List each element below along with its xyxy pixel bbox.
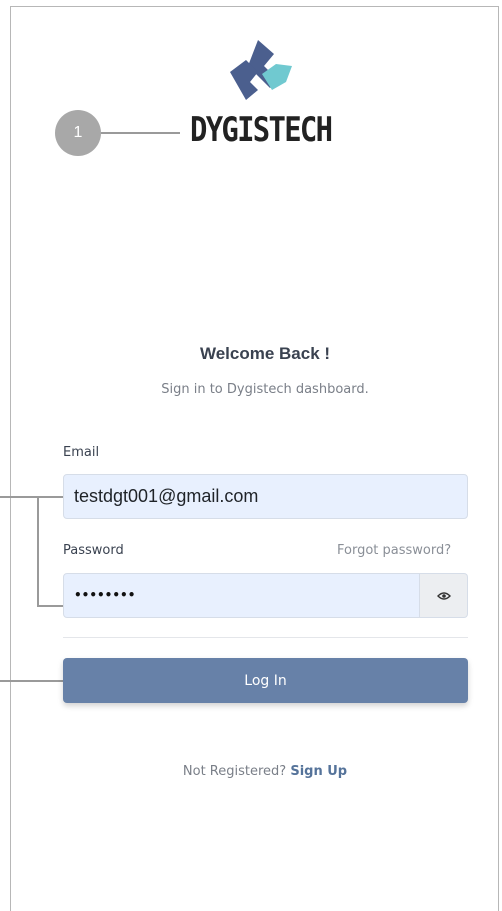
signup-prompt-text: Not Registered? xyxy=(182,764,291,779)
callout-badge: 1 xyxy=(55,110,101,156)
dygistech-logo-icon xyxy=(228,36,300,104)
signup-link[interactable]: Sign Up xyxy=(290,764,347,779)
email-field[interactable]: testdgt001@gmail.com xyxy=(63,474,468,519)
brand-name: DYGISTECH xyxy=(190,110,333,150)
callout-line-login xyxy=(0,680,63,682)
email-label: Email xyxy=(63,445,100,460)
page-title: Welcome Back ! xyxy=(199,344,331,363)
eye-icon xyxy=(436,586,451,605)
callout-number: 1 xyxy=(73,124,83,141)
callout-line-email xyxy=(0,496,38,498)
login-page: 1 DYGISTECH Welcome Back ! Sign in to Dy… xyxy=(0,0,502,911)
signup-prompt: Not Registered? Sign Up xyxy=(0,764,502,779)
page-subtitle: Sign in to Dygistech dashboard. xyxy=(161,382,369,397)
callout-line-logo xyxy=(101,132,180,134)
login-button[interactable]: Log In xyxy=(63,658,468,703)
callout-line-password xyxy=(37,605,63,607)
forgot-password-link[interactable]: Forgot password? xyxy=(337,543,451,558)
callout-line-email-tick xyxy=(38,496,63,498)
form-divider xyxy=(63,637,468,638)
password-field[interactable]: •••••••• xyxy=(63,573,420,618)
toggle-password-button[interactable] xyxy=(420,573,468,618)
password-label: Password xyxy=(63,543,124,558)
callout-line-vertical xyxy=(37,496,39,606)
